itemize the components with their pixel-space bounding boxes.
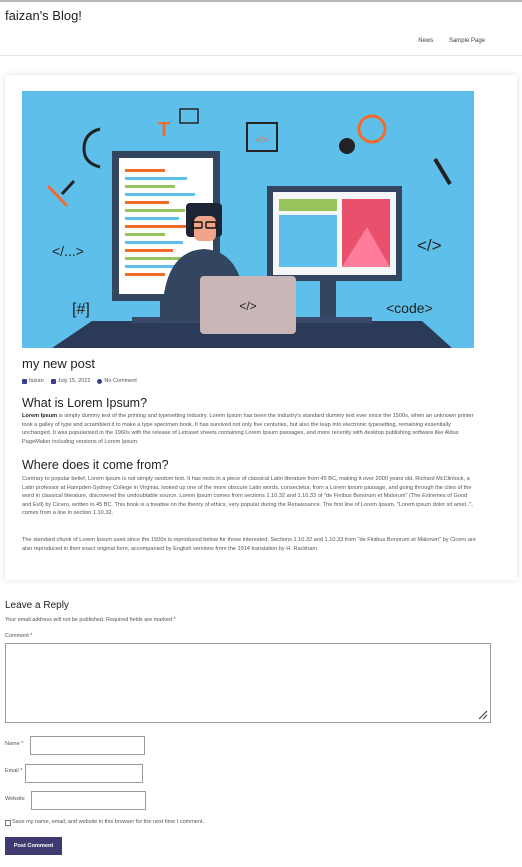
nav-item-news[interactable]: News [418,38,433,44]
featured-image: </> T </> </...> </> [#] <code> [22,91,474,348]
section-heading-what: What is Lorem Ipsum? [22,396,148,410]
post-date[interactable]: July 15, 2022 [58,378,91,384]
author-icon [22,378,27,384]
right-code-tag: </> [417,236,442,255]
comment-textarea[interactable] [5,643,491,723]
section-heading-where: Where does it come from? [22,458,169,472]
post-comment-button[interactable]: Post Comment [5,837,62,855]
name-label: Name * [5,741,24,747]
section-paragraph-what-text: is simply dummy text of the printing and… [22,413,474,445]
hash-tag: [#] [72,301,90,318]
website-label: Website [5,796,25,802]
resize-handle-icon[interactable] [478,710,488,720]
save-info-checkbox[interactable] [5,820,11,826]
code-label: <code> [386,300,433,316]
top-border [0,0,522,2]
name-input[interactable] [30,736,145,755]
required-notes: Your email address will not be published… [5,617,176,623]
calendar-icon [50,378,56,384]
text-tool-letter: T [158,119,170,141]
post-author[interactable]: faizan [29,378,44,384]
section-paragraph-where-1: Contrary to popular belief, Lorem Ipsum … [22,476,473,517]
comment-label: Comment * [5,633,33,639]
nav-item-sample-page[interactable]: Sample Page [449,38,485,44]
browser-code-tag: </> [255,135,268,145]
section-paragraph-what: Lorem Ipsum is simply dummy text of the … [22,412,476,446]
main-nav: News Sample Page [404,38,485,44]
left-code-tag: </...> [52,243,84,259]
header-divider [0,55,522,56]
email-label: Email * [5,768,23,774]
comment-icon [97,378,103,384]
post-title[interactable]: my new post [22,356,95,371]
post-meta: faizan July 15, 2022 No Comment [22,378,144,384]
post-card: </> T </> </...> </> [#] <code> my new p… [5,75,517,580]
lorem-ipsum-strong: Lorem Ipsum [22,413,58,419]
save-info-label[interactable]: Save my name, email, and website in this… [12,819,204,825]
email-input[interactable] [25,764,143,783]
website-input[interactable] [31,791,146,810]
section-paragraph-where-2: The standard chunk of Lorem Ipsum used s… [22,537,476,552]
post-comments-link[interactable]: No Comment [104,378,136,384]
site-title[interactable]: faizan's Blog! [5,8,82,23]
developer-illustration: </> T </> </...> </> [#] <code> [46,108,452,348]
leave-reply-title: Leave a Reply [5,600,69,611]
laptop-code-tag: </> [239,299,256,313]
